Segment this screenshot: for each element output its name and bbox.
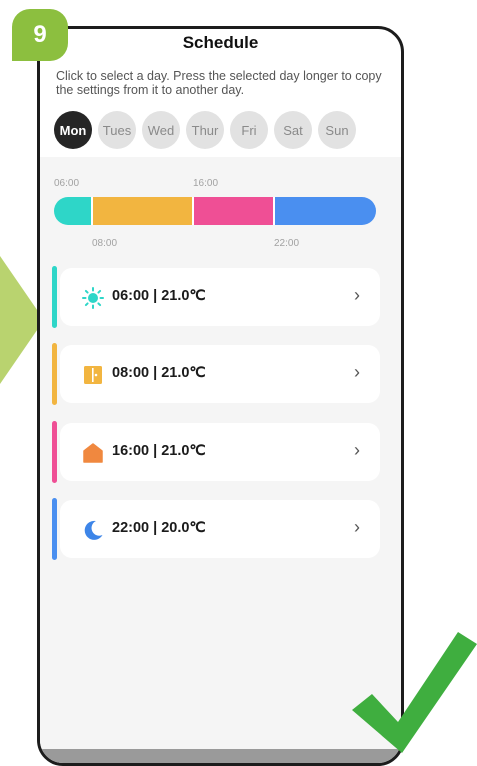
timeline-segment-2200: [273, 197, 376, 225]
step-number-badge: 9: [12, 9, 68, 61]
day-tues[interactable]: Tues: [98, 111, 136, 149]
entry-color-bar: [52, 498, 57, 560]
schedule-entry-0800[interactable]: 08:00 | 21.0℃ ›: [52, 343, 380, 405]
timeline-segment-0600: [54, 197, 91, 225]
entry-time-temp: 16:00 | 21.0℃: [112, 443, 206, 459]
schedule-entry-0600[interactable]: 06:00 | 21.0℃ ›: [52, 266, 380, 328]
door-icon: [84, 366, 102, 384]
day-selector: Mon Tues Wed Thur Fri Sat Sun: [54, 111, 356, 149]
entry-color-bar: [52, 266, 57, 328]
navigation-bar: [40, 749, 401, 763]
day-mon[interactable]: Mon: [54, 111, 92, 149]
entry-time-temp: 22:00 | 20.0℃: [112, 520, 206, 536]
entry-time-temp: 06:00 | 21.0℃: [112, 288, 206, 304]
day-wed[interactable]: Wed: [142, 111, 180, 149]
schedule-entry-1600[interactable]: 16:00 | 21.0℃ ›: [52, 421, 380, 483]
timeline-label-1600: 16:00: [193, 178, 219, 189]
chevron-right-icon: ›: [354, 440, 360, 460]
instruction-text: Click to select a day. Press the selecte…: [56, 69, 382, 97]
moon-icon: [84, 520, 103, 540]
timeline-label-2200: 22:00: [274, 238, 300, 249]
home-icon: [83, 443, 103, 463]
checkmark-icon: [352, 632, 477, 753]
timeline-label-0600: 06:00: [54, 178, 80, 189]
chevron-right-icon: ›: [354, 517, 360, 537]
chevron-right-icon: ›: [354, 285, 360, 305]
sun-icon: [82, 287, 104, 309]
schedule-entry-2200[interactable]: 22:00 | 20.0℃ ›: [52, 498, 380, 560]
chevron-right-icon: ›: [354, 362, 360, 382]
entry-color-bar: [52, 343, 57, 405]
day-thur[interactable]: Thur: [186, 111, 224, 149]
day-sun[interactable]: Sun: [318, 111, 356, 149]
day-sat[interactable]: Sat: [274, 111, 312, 149]
timeline-segment-0800: [91, 197, 192, 225]
entry-color-bar: [52, 421, 57, 483]
timeline-label-0800: 08:00: [92, 238, 118, 249]
phone-frame: Schedule Click to select a day. Press th…: [37, 26, 404, 766]
page-title: Schedule: [182, 33, 259, 52]
schedule-timeline-bar[interactable]: [54, 197, 376, 225]
timeline-segment-1600: [192, 197, 273, 225]
day-fri[interactable]: Fri: [230, 111, 268, 149]
entry-time-temp: 08:00 | 21.0℃: [112, 365, 206, 381]
